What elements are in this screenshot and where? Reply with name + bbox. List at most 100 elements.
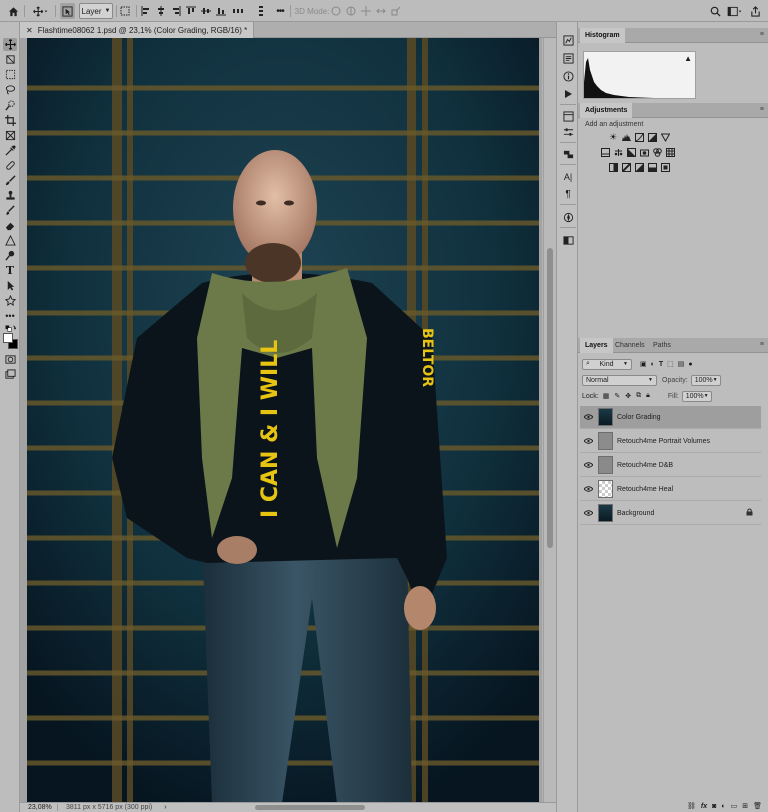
frame-tool-icon[interactable]: [3, 129, 17, 142]
filter-smart-object-icon[interactable]: ▤: [678, 360, 685, 368]
layer-row[interactable]: Background: [580, 502, 761, 525]
threshold-icon[interactable]: [634, 162, 644, 172]
filter-adjustment-icon[interactable]: ◐: [651, 361, 655, 368]
custom-shape-tool-icon[interactable]: [3, 294, 17, 307]
properties-icon[interactable]: [562, 110, 574, 122]
gradient-map-icon[interactable]: [647, 162, 657, 172]
adjustment-layer-icon[interactable]: ◐: [721, 803, 725, 810]
lock-all-icon[interactable]: 🔒︎: [646, 392, 650, 400]
layer-row[interactable]: Retouch4me Portrait Volumes: [580, 430, 761, 453]
workspace-icon[interactable]: [726, 3, 744, 19]
channel-mixer-icon[interactable]: [652, 147, 662, 157]
blend-mode-dropdown[interactable]: Normal ▼: [582, 374, 657, 386]
fx-icon[interactable]: fx: [701, 803, 707, 810]
layer-row[interactable]: Color Grading: [580, 406, 761, 429]
navigator-icon[interactable]: [562, 211, 574, 223]
quick-selection-tool-icon[interactable]: [3, 99, 17, 112]
auto-select-checkbox[interactable]: [60, 3, 75, 19]
search-icon[interactable]: [708, 3, 722, 19]
eraser-tool-icon[interactable]: [3, 219, 17, 232]
color-lookup-icon[interactable]: [665, 147, 675, 157]
crop-tool-icon[interactable]: [3, 114, 17, 127]
link-icon[interactable]: ⛓: [687, 802, 696, 810]
document-image[interactable]: I CAN & I WILL BELTOR: [27, 38, 539, 803]
more-options-icon[interactable]: •••: [274, 3, 286, 19]
invert-icon[interactable]: [608, 162, 618, 172]
layer-name[interactable]: Background: [617, 510, 654, 517]
new-layer-icon[interactable]: ⊞: [742, 802, 748, 810]
visibility-eye-icon[interactable]: [580, 510, 596, 516]
panel-menu-icon[interactable]: ≡: [760, 31, 764, 38]
group-icon[interactable]: ▭: [731, 802, 738, 810]
marquee-tool-icon[interactable]: [3, 68, 17, 81]
chevron-right-icon[interactable]: ›: [164, 804, 166, 811]
adjust-sliders-icon[interactable]: [562, 126, 574, 138]
history-brush-tool-icon[interactable]: [3, 204, 17, 217]
gradient-tool-icon[interactable]: [3, 234, 17, 247]
filter-type-icon[interactable]: T: [659, 361, 663, 368]
panel-menu-icon[interactable]: ≡: [760, 106, 764, 113]
layer-name[interactable]: Retouch4me Heal: [617, 486, 673, 493]
panel-menu-icon[interactable]: ≡: [760, 341, 764, 348]
brightness-contrast-icon[interactable]: ☀: [608, 132, 618, 142]
artboard-tool-icon[interactable]: [3, 53, 17, 66]
close-icon[interactable]: ✕: [26, 26, 33, 35]
lock-icon[interactable]: [746, 508, 753, 518]
fill-field[interactable]: 100% ▼: [681, 390, 712, 402]
document-tab[interactable]: ✕ Flashtime08062 1.psd @ 23,1% (Color Gr…: [20, 22, 255, 38]
selective-color-icon[interactable]: [660, 162, 670, 172]
tab-layers[interactable]: Layers: [580, 338, 613, 353]
type-tool-icon[interactable]: T: [3, 264, 17, 277]
share-icon[interactable]: [748, 3, 762, 19]
tab-channels[interactable]: Channels: [610, 338, 650, 353]
canvas-area[interactable]: I CAN & I WILL BELTOR: [20, 38, 542, 803]
visibility-eye-icon[interactable]: [580, 438, 596, 444]
exposure-icon[interactable]: [647, 132, 657, 142]
actions-play-icon[interactable]: [562, 88, 574, 100]
vertical-scrollbar[interactable]: [543, 38, 556, 803]
color-balance-icon[interactable]: [613, 147, 623, 157]
filter-shape-icon[interactable]: ⬚: [667, 360, 674, 368]
screen-mode-icon[interactable]: [3, 368, 17, 381]
mask-icon[interactable]: ◙: [712, 803, 716, 810]
lock-pixels-icon[interactable]: ✎: [614, 392, 620, 400]
filter-toggle-icon[interactable]: ●: [688, 361, 692, 368]
layer-row[interactable]: Retouch4me Heal: [580, 478, 761, 501]
visibility-eye-icon[interactable]: [580, 462, 596, 468]
tab-adjustments[interactable]: Adjustments: [580, 103, 633, 118]
eyedropper-tool-icon[interactable]: [3, 144, 17, 157]
align-left-icon[interactable]: [140, 3, 152, 19]
black-white-icon[interactable]: [626, 147, 636, 157]
layer-name[interactable]: Retouch4me Portrait Volumes: [617, 438, 710, 445]
tab-histogram[interactable]: Histogram: [580, 28, 625, 43]
horizontal-scrollbar-thumb[interactable]: [255, 805, 365, 810]
hue-saturation-icon[interactable]: [600, 147, 610, 157]
home-icon[interactable]: [6, 3, 20, 19]
libraries-icon[interactable]: [562, 148, 574, 160]
vibrance-icon[interactable]: [660, 132, 670, 142]
tab-paths[interactable]: Paths: [648, 338, 676, 353]
visibility-eye-icon[interactable]: [580, 486, 596, 492]
filter-kind-dropdown[interactable]: ⌕ Kind ▼: [582, 358, 632, 370]
visibility-eye-icon[interactable]: [580, 414, 596, 420]
character-icon[interactable]: A|: [562, 171, 574, 183]
layer-name[interactable]: Retouch4me D&B: [617, 462, 673, 469]
levels-icon[interactable]: [621, 132, 631, 142]
layer-name[interactable]: Color Grading: [617, 414, 661, 421]
info-icon[interactable]: [562, 70, 574, 82]
zoom-level[interactable]: 23,08%: [20, 804, 58, 811]
move-tool-icon[interactable]: [3, 38, 17, 51]
align-bottom-icon[interactable]: [215, 3, 227, 19]
healing-brush-tool-icon[interactable]: [3, 159, 17, 172]
lock-artboard-icon[interactable]: ⧉: [636, 392, 641, 400]
lock-transparent-icon[interactable]: ▦: [603, 392, 610, 400]
auto-select-target-dropdown[interactable]: Layer ▼: [79, 3, 113, 19]
align-hcenter-icon[interactable]: [155, 3, 167, 19]
align-vcenter-icon[interactable]: [200, 3, 212, 19]
brush-tool-icon[interactable]: [3, 174, 17, 187]
lasso-tool-icon[interactable]: [3, 83, 17, 96]
transform-controls-icon[interactable]: [119, 3, 131, 19]
dodge-tool-icon[interactable]: [3, 249, 17, 262]
paragraph-icon[interactable]: ¶: [562, 188, 574, 200]
distribute-icon[interactable]: [232, 3, 244, 19]
